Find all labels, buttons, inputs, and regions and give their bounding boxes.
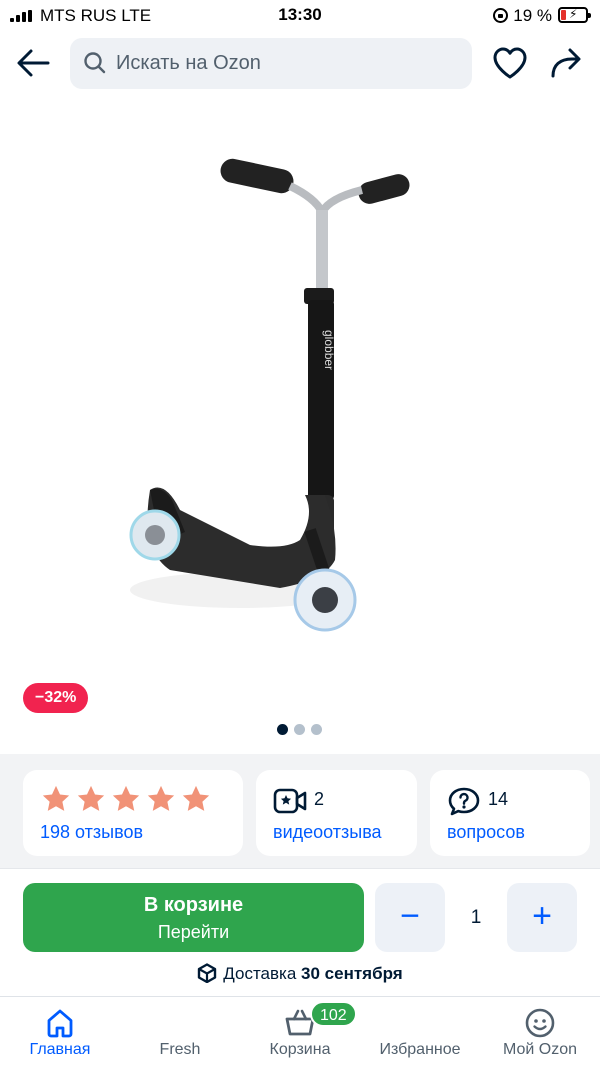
- star-icon: [147, 785, 175, 811]
- video-reviews-count: 2: [314, 789, 325, 809]
- delivery-info: Доставка 30 сентября: [0, 963, 600, 984]
- search-input[interactable]: Искать на Ozon: [70, 38, 472, 89]
- reviews-link[interactable]: 198 отзывов: [40, 822, 143, 843]
- go-to-cart-label: Перейти: [157, 922, 230, 942]
- star-icon: [42, 785, 70, 811]
- status-bar: MTS RUS LTE 13:30 19 % ⚡: [0, 0, 600, 32]
- share-icon: [551, 48, 581, 78]
- tab-fresh[interactable]: Fresh: [120, 997, 240, 1066]
- search-placeholder: Искать на Ozon: [116, 52, 261, 74]
- delivery-date: 30 сентября: [301, 964, 403, 983]
- profile-icon: [525, 1008, 555, 1038]
- star-icon: [182, 785, 210, 811]
- tab-home[interactable]: Главная: [0, 997, 120, 1066]
- quantity-value: 1: [470, 907, 482, 928]
- tab-label: Главная: [29, 1041, 91, 1058]
- heart-icon: [493, 47, 527, 79]
- tab-label: Мой Ozon: [502, 1041, 578, 1058]
- star-icon: [77, 785, 105, 811]
- question-icon: [448, 787, 480, 816]
- status-time: 13:30: [278, 5, 322, 24]
- svg-text:globber: globber: [322, 330, 336, 370]
- bottom-tab-bar: Главная Fresh 102 Корзина Избранное Мой …: [0, 996, 600, 1066]
- tab-my-ozon[interactable]: Мой Ozon: [480, 997, 600, 1066]
- arrow-left-icon: [17, 49, 50, 77]
- top-header: Искать на Ozon: [0, 36, 600, 92]
- reviews-card[interactable]: 198 отзывов: [23, 770, 243, 856]
- decrease-quantity-button[interactable]: −: [375, 883, 445, 952]
- gallery-dot[interactable]: [277, 724, 288, 735]
- share-button[interactable]: [548, 46, 584, 80]
- delivery-prefix: Доставка: [223, 964, 297, 983]
- search-icon: [84, 52, 106, 74]
- battery-percent: 19 %: [513, 6, 552, 25]
- questions-count: 14: [488, 789, 509, 809]
- in-cart-button[interactable]: В корзине Перейти: [23, 883, 364, 952]
- orientation-lock-icon: [493, 8, 508, 23]
- buy-bar: В корзине Перейти − 1 + Доставка 30 сент…: [0, 868, 600, 996]
- questions-card[interactable]: 14 вопросов: [430, 770, 590, 856]
- increase-quantity-button[interactable]: +: [507, 883, 577, 952]
- cart-count-badge: 102: [310, 1001, 357, 1027]
- tab-label: Избранное: [379, 1041, 461, 1058]
- gallery-pagination[interactable]: [277, 724, 327, 736]
- tab-label: Fresh: [159, 1041, 201, 1058]
- video-reviews-link[interactable]: видеоотзыва: [273, 822, 382, 843]
- rating-stars: [41, 784, 226, 814]
- favorite-button[interactable]: [492, 46, 528, 80]
- gallery-dot[interactable]: [311, 724, 322, 735]
- tab-cart[interactable]: 102 Корзина: [240, 997, 360, 1066]
- video-reviews-card[interactable]: 2 видеоотзыва: [256, 770, 417, 856]
- star-icon: [112, 785, 140, 811]
- discount-badge: −32%: [23, 683, 89, 713]
- tab-label: Корзина: [269, 1041, 331, 1058]
- product-stats: 198 отзывов 2 видеоотзыва 14 вопросов: [0, 754, 600, 868]
- tab-favorites[interactable]: Избранное: [360, 997, 480, 1066]
- in-cart-title: В корзине: [143, 894, 244, 916]
- gallery-dot[interactable]: [294, 724, 305, 735]
- battery-icon: ⚡: [558, 7, 591, 23]
- questions-link[interactable]: вопросов: [447, 822, 525, 843]
- video-review-icon: [273, 788, 307, 814]
- product-image[interactable]: globber: [110, 150, 430, 670]
- delivery-box-icon: [198, 963, 217, 983]
- back-button[interactable]: [16, 48, 50, 78]
- home-icon: [47, 1009, 73, 1038]
